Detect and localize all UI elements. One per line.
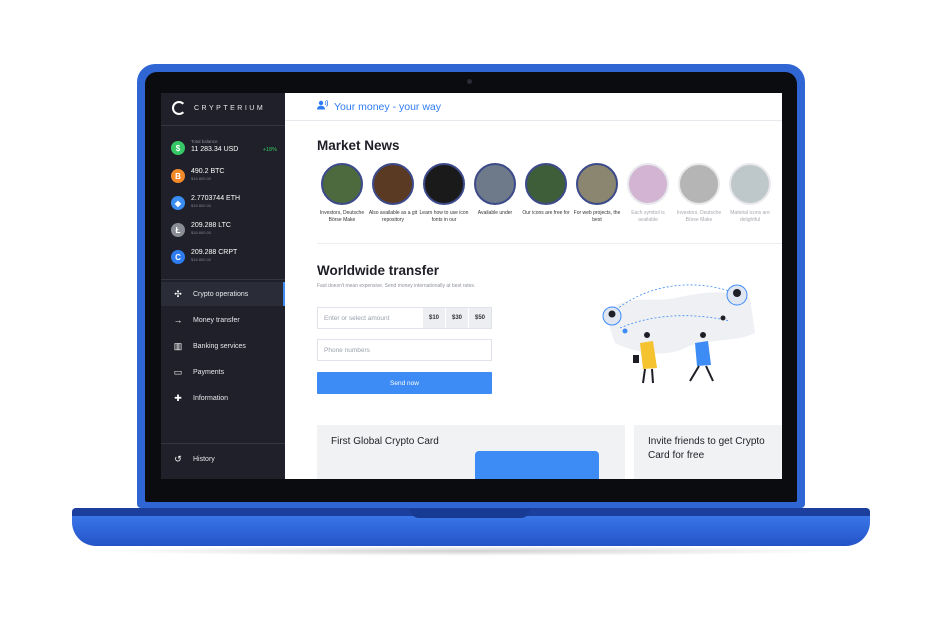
news-caption: Available under [477,210,513,216]
balance-change: +18% [262,147,277,153]
crypto-card-title: First Global Crypto Card [331,436,439,447]
nav-money-transfer[interactable]: → Money transfer [161,308,285,332]
sidebar-divider [161,125,285,126]
crypto-card-image [475,451,599,479]
nav-label: Money transfer [193,316,240,324]
nav-banking-services[interactable]: ▥ Banking services [161,334,285,358]
crypterium-coin-icon: C [171,250,185,264]
nav-label: Payments [193,368,225,376]
history-icon: ↺ [174,453,182,464]
news-caption: Material icons are delightful [730,210,770,223]
amount-chip-50[interactable]: $50 [468,308,491,328]
market-news-carousel: Investors, Deutsche Börse Make Also avai… [317,163,782,235]
crypterium-logo-icon [172,101,186,115]
wallet-ltc[interactable]: Ł 209.288 LTC $16 800.00 [171,221,277,237]
worldwide-transfer-title: Worldwide transfer [317,263,440,278]
arrow-right-icon: → [173,315,183,325]
amount-chip-10[interactable]: $10 [422,308,445,328]
amount-input[interactable]: Enter or select amount [318,308,422,328]
eth-amount: 2.7703744 ETH [191,195,241,202]
news-item[interactable]: Material icons are delightful [725,163,775,223]
dollar-icon: $ [171,141,185,155]
crpt-amount: 209.288 CRPT [191,249,238,256]
bank-icon: ▥ [173,340,183,351]
nav-payments[interactable]: ▭ Payments [161,360,285,384]
top-bar: Your money - your way [285,93,782,121]
wallet-btc[interactable]: B 490.2 BTC $16 800.00 [171,167,277,183]
transfer-illustration [602,284,755,384]
news-item[interactable]: Each symbol is available [623,163,673,223]
app-screen: CRYPTERIUM $ Total balance 11 283.34 USD… [161,93,782,479]
nav-label: Banking services [193,342,246,350]
nav-label: History [193,455,215,463]
nav-information[interactable]: ✚ Information [161,386,285,410]
brand-name: CRYPTERIUM [194,104,266,112]
laptop-shadow [92,546,850,556]
litecoin-icon: Ł [171,223,185,237]
nav-label: Information [193,394,229,402]
amount-field: Enter or select amount $10 $30 $50 [317,307,492,329]
puzzle-icon: ✚ [174,392,182,403]
news-item[interactable]: Investors, Deutsche Börse Make [674,163,724,223]
ethereum-icon: ◆ [171,196,185,210]
news-thumbnail [372,163,414,205]
nav-label: Crypto operations [193,290,249,298]
news-caption: Each symbol is available [631,210,665,223]
news-thumbnail [474,163,516,205]
news-item[interactable]: Investors, Deutsche Börse Make [317,163,367,223]
crypto-card-promo[interactable]: First Global Crypto Card [317,425,625,479]
news-item[interactable]: Our icons are free for [521,163,571,217]
eth-usd: $16 800.00 [191,203,212,208]
brand-logo[interactable]: CRYPTERIUM [172,101,265,115]
wallet-crpt[interactable]: C 209.288 CRPT $16 800.00 [171,248,277,264]
total-balance-value: 11 283.34 USD [191,146,239,153]
news-caption: Our icons are free for [522,210,570,216]
bitcoin-icon: B [171,169,185,183]
ltc-amount: 209.288 LTC [191,222,231,229]
news-caption: Investors, Deutsche Börse Make [319,210,365,223]
invite-friends-promo[interactable]: Invite friends to get Crypto Card for fr… [634,425,782,479]
phone-input[interactable]: Phone numbers [317,339,492,361]
market-news-title: Market News [317,138,400,153]
news-caption: Learn how to use icon fonts in our [419,210,469,223]
news-thumbnail [321,163,363,205]
news-thumbnail [423,163,465,205]
btc-amount: 490.2 BTC [191,168,225,175]
invite-title: Invite friends to get Crypto Card for fr… [648,436,765,461]
news-item[interactable]: For web projects, the best [572,163,622,223]
camera-icon [467,79,472,84]
laptop-notch [410,509,530,518]
send-now-button[interactable]: Send now [317,372,492,394]
news-thumbnail [525,163,567,205]
sidebar-divider [161,279,285,280]
wallet-total[interactable]: $ Total balance 11 283.34 USD +18% [171,139,277,155]
news-item[interactable]: Available under [470,163,520,217]
crypto-operations-icon: ✣ [174,288,182,299]
tagline: Your money - your way [334,100,441,113]
amount-chip-30[interactable]: $30 [445,308,468,328]
wallet-eth[interactable]: ◆ 2.7703744 ETH $16 800.00 [171,194,277,210]
ltc-usd: $16 800.00 [191,230,212,235]
news-caption: Investors, Deutsche Börse Make [676,210,722,223]
news-thumbnail [627,163,669,205]
news-item[interactable]: Also available as a git repository [368,163,418,223]
crpt-usd: $16 800.00 [191,257,212,262]
news-caption: Also available as a git repository [368,210,418,223]
sidebar-divider [161,443,285,444]
worldwide-transfer-subtitle: Fast doesn't mean expensive. Send money … [317,283,476,289]
btc-usd: $16 800.00 [191,176,212,181]
main-content: Your money - your way Market News Invest… [285,93,782,479]
news-caption: For web projects, the best [573,210,621,223]
credit-card-icon: ▭ [173,366,183,377]
section-divider [317,243,782,244]
news-item[interactable]: Learn how to use icon fonts in our [419,163,469,223]
nav-crypto-operations[interactable]: ✣ Crypto operations [161,282,285,306]
news-thumbnail [678,163,720,205]
sidebar: CRYPTERIUM $ Total balance 11 283.34 USD… [161,93,285,479]
nav-history[interactable]: ↺ History [161,447,285,471]
user-voice-icon [317,99,329,113]
news-thumbnail [576,163,618,205]
news-thumbnail [729,163,771,205]
